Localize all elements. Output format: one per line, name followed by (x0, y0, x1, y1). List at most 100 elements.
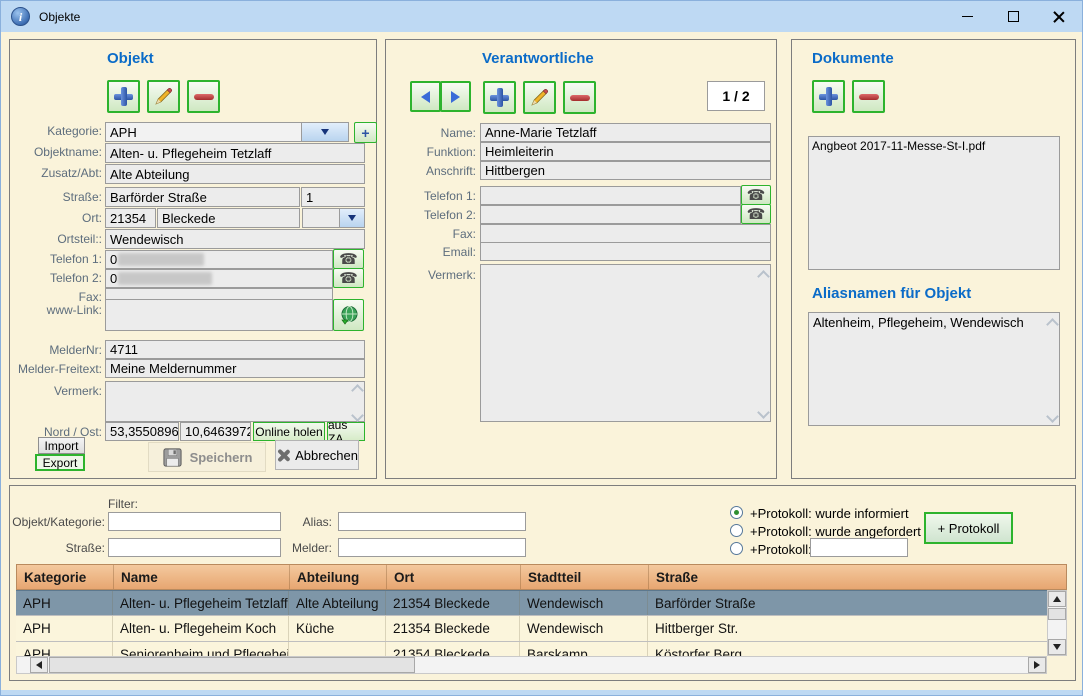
scroll-left-button[interactable] (30, 657, 48, 673)
nord-input[interactable]: 53,3550896 (105, 422, 179, 441)
protokoll-custom-radio[interactable] (730, 542, 743, 555)
protokoll-informiert-radio[interactable] (730, 506, 743, 519)
dial-v-telefon1-button[interactable]: ☎ (741, 185, 771, 205)
add-kategorie-button[interactable]: + (354, 122, 377, 143)
delete-dokument-button[interactable] (852, 80, 885, 113)
ort-chevron-down-icon[interactable] (339, 209, 364, 227)
add-dokument-button[interactable] (812, 80, 845, 113)
column-header-ort[interactable]: Ort (387, 565, 521, 589)
prev-verantwortlicher-button[interactable] (410, 81, 441, 112)
arrow-left-icon (421, 91, 430, 103)
phone-icon: ☎ (339, 271, 358, 286)
table-row[interactable]: APH Seniorenheim und Pflegehei... 21354 … (16, 642, 1047, 656)
minimize-button[interactable] (944, 1, 990, 32)
aliasnamen-textarea[interactable]: Altenheim, Pflegeheim, Wendewisch (808, 312, 1060, 426)
funktion-label: Funktion: (386, 145, 476, 159)
export-button[interactable]: Export (35, 454, 85, 471)
zusatz-input[interactable]: Alte Abteilung (105, 164, 365, 184)
dial-telefon1-button[interactable]: ☎ (333, 249, 364, 269)
close-button[interactable] (1036, 1, 1082, 32)
cell-strasse: Köstorfer Berg (648, 642, 1047, 656)
speichern-label: Speichern (190, 450, 253, 465)
v-vermerk-textarea[interactable] (480, 264, 771, 422)
table-body: APH Alten- u. Pflegeheim Tetzlaff Alte A… (16, 590, 1047, 656)
globe-icon (339, 305, 359, 325)
edit-objekt-button[interactable] (147, 80, 180, 113)
alias-filter-input[interactable] (338, 512, 526, 531)
dial-v-telefon2-button[interactable]: ☎ (741, 204, 771, 224)
cell-kategorie: APH (16, 642, 113, 656)
strasse-input[interactable]: Barförder Straße (105, 187, 300, 207)
table-horizontal-scrollbar[interactable] (16, 656, 1047, 674)
cell-abteilung: Alte Abteilung (289, 591, 386, 615)
hausnummer-input[interactable]: 1 (301, 187, 365, 207)
ortsteil-input[interactable]: Wendewisch (105, 229, 365, 249)
table-vertical-scrollbar[interactable] (1047, 590, 1067, 656)
v-telefon1-input[interactable] (480, 186, 741, 205)
protokoll-angefordert-radio[interactable] (730, 524, 743, 537)
save-icon (162, 447, 183, 468)
protokoll-custom-input[interactable] (810, 538, 908, 557)
maximize-button[interactable] (990, 1, 1036, 32)
alias-filter-label: Alias: (240, 515, 332, 529)
vertical-scroll-thumb[interactable] (1048, 608, 1066, 620)
melder-filter-input[interactable] (338, 538, 526, 557)
column-header-name[interactable]: Name (114, 565, 290, 589)
phone-icon: ☎ (747, 188, 766, 203)
telefon1-value: 0 (110, 252, 117, 267)
name-label: Name: (386, 126, 476, 140)
edit-verantwortlicher-button[interactable] (523, 81, 556, 114)
table-row[interactable]: APH Alten- u. Pflegeheim Koch Küche 2135… (16, 616, 1047, 642)
open-www-button[interactable] (333, 299, 364, 331)
horizontal-scroll-thumb[interactable] (49, 657, 415, 673)
next-verantwortlicher-button[interactable] (440, 81, 471, 112)
plz-input[interactable]: 21354 (105, 208, 156, 228)
scroll-down-button[interactable] (1048, 639, 1066, 655)
delete-verantwortlicher-button[interactable] (563, 81, 596, 114)
dokumente-panel: Dokumente Angbeot 2017-11-Messe-St-I.pdf… (791, 39, 1076, 479)
telefon2-input[interactable]: 0 (105, 269, 333, 288)
melder-filter-label: Melder: (240, 541, 332, 555)
v-telefon2-input[interactable] (480, 205, 741, 224)
window-bottom-edge (1, 690, 1082, 695)
table-row[interactable]: APH Alten- u. Pflegeheim Tetzlaff Alte A… (16, 590, 1047, 616)
column-header-abteilung[interactable]: Abteilung (290, 565, 387, 589)
kategorie-chevron-down-icon[interactable] (301, 123, 348, 141)
objektname-input[interactable]: Alten- u. Pflegeheim Tetzlaff (105, 143, 365, 163)
v-vermerk-label: Vermerk: (386, 268, 476, 282)
dokument-list-item[interactable]: Angbeot 2017-11-Messe-St-I.pdf (812, 139, 1056, 153)
ort-select[interactable] (302, 208, 365, 228)
abbrechen-label: Abbrechen (295, 448, 358, 463)
protokoll-button[interactable]: + Protokoll (924, 512, 1013, 544)
column-header-stadtteil[interactable]: Stadtteil (521, 565, 649, 589)
column-header-strasse[interactable]: Straße (649, 565, 1066, 589)
delete-objekt-button[interactable] (187, 80, 220, 113)
abbrechen-button[interactable]: Abbrechen (275, 440, 359, 470)
online-holen-button[interactable]: Online holen (253, 422, 325, 441)
dial-telefon2-button[interactable]: ☎ (333, 268, 364, 288)
stadt-input[interactable]: Bleckede (157, 208, 300, 228)
add-objekt-button[interactable] (107, 80, 140, 113)
scroll-right-button[interactable] (1028, 657, 1046, 673)
name-input[interactable]: Anne-Marie Tetzlaff (480, 123, 771, 142)
telefon1-input[interactable]: 0 (105, 250, 333, 269)
email-input[interactable] (480, 242, 771, 261)
cell-abteilung (289, 642, 386, 656)
scroll-up-button[interactable] (1048, 591, 1066, 607)
ost-input[interactable]: 10,6463972 (180, 422, 251, 441)
v-fax-input[interactable] (480, 224, 771, 243)
aus-za-button[interactable]: aus ZA (327, 422, 365, 441)
vermerk-textarea[interactable] (105, 381, 365, 422)
v-telefon2-label: Telefon 2: (386, 208, 476, 222)
column-header-kategorie[interactable]: Kategorie (17, 565, 114, 589)
melder-freitext-input[interactable]: Meine Meldernummer (105, 359, 365, 378)
funktion-input[interactable]: Heimleiterin (480, 142, 771, 161)
kategorie-select[interactable]: APH (105, 122, 349, 142)
www-input[interactable] (105, 299, 333, 331)
anschrift-input[interactable]: Hittbergen (480, 161, 771, 180)
meldernr-input[interactable]: 4711 (105, 340, 365, 359)
melder-freitext-label: Melder-Freitext: (10, 362, 102, 376)
add-verantwortlicher-button[interactable] (483, 81, 516, 114)
speichern-button[interactable]: Speichern (148, 442, 266, 472)
import-button[interactable]: Import (38, 437, 85, 454)
